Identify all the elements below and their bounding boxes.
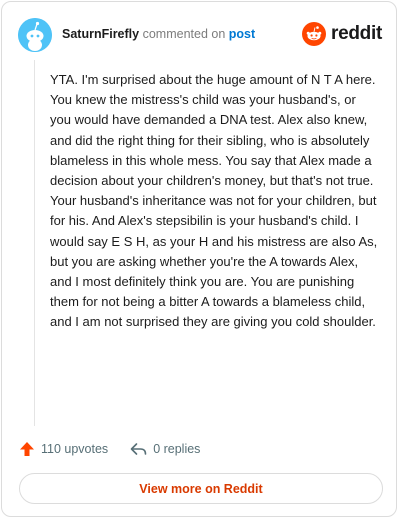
upvote-count: 110 upvotes: [41, 442, 109, 456]
thread-line: [34, 60, 35, 426]
snoo-avatar-icon[interactable]: [18, 18, 52, 52]
reply-button[interactable]: 0 replies: [130, 441, 200, 457]
reddit-wordmark: reddit: [331, 23, 382, 44]
post-link[interactable]: post: [229, 27, 255, 41]
commented-on-text: commented on: [142, 27, 226, 41]
embedded-comment-card: SaturnFirefly commented on post reddit Y…: [1, 1, 397, 517]
reply-arrow-icon: [130, 443, 147, 455]
upvote-arrow-icon: [20, 442, 34, 456]
view-more-button[interactable]: View more on Reddit: [19, 473, 383, 504]
reddit-brand[interactable]: reddit: [302, 20, 382, 48]
upvote-button[interactable]: 110 upvotes: [19, 441, 108, 457]
comment-body: YTA. I'm surprised about the huge amount…: [50, 72, 378, 330]
username-link[interactable]: SaturnFirefly: [62, 27, 139, 41]
reply-count: 0 replies: [153, 442, 201, 456]
comment-actions: 110 upvotes 0 replies: [19, 439, 222, 459]
comment-header: SaturnFirefly commented on post reddit: [18, 18, 382, 52]
comment-meta: SaturnFirefly commented on post: [62, 27, 255, 41]
reddit-logo-icon: [302, 22, 327, 46]
